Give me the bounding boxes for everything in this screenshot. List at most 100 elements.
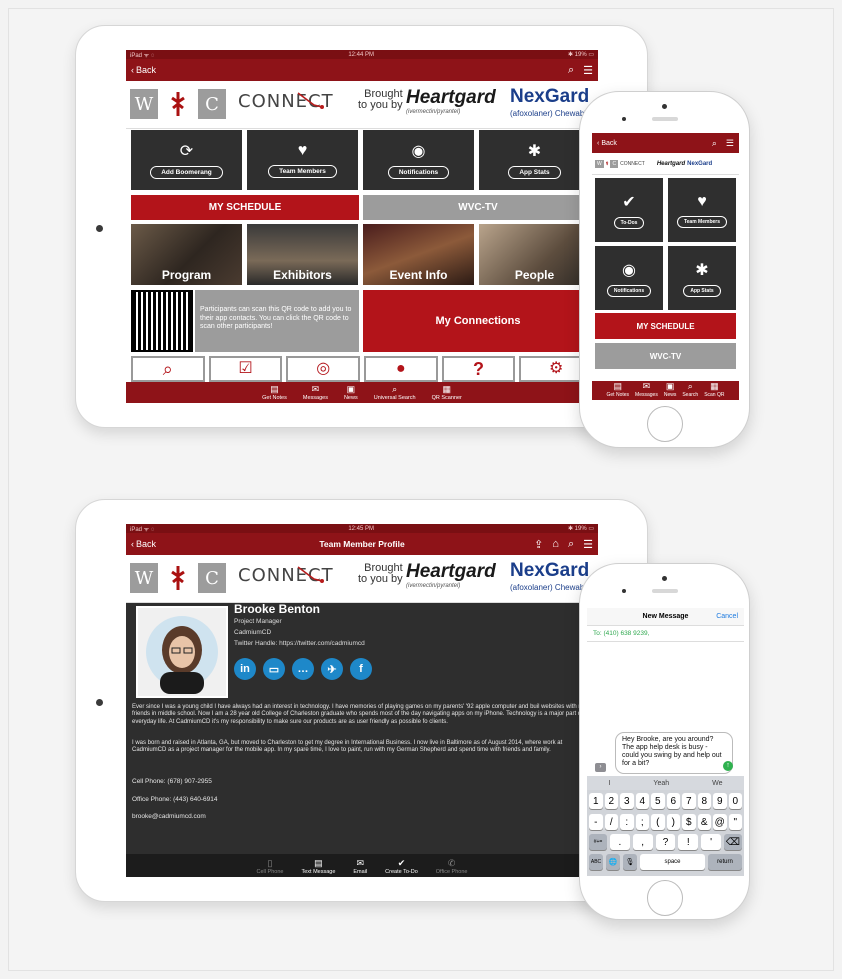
action-cell-phone[interactable]: ▯ Cell Phone xyxy=(257,859,284,877)
symbols-toggle-key[interactable]: #+= xyxy=(589,834,607,850)
action-office-phone[interactable]: ✆ Office Phone xyxy=(436,859,468,877)
microphone-icon[interactable]: 🎙 xyxy=(623,854,637,870)
key[interactable]: 6 xyxy=(666,793,680,809)
key[interactable]: ) xyxy=(666,814,680,830)
action-create-todo[interactable]: ✔ Create To-Do xyxy=(385,859,418,877)
share-icon[interactable]: ⇪ xyxy=(534,538,543,551)
logo-w: W xyxy=(130,89,158,119)
location-shortcut-icon[interactable]: ● xyxy=(364,356,438,382)
key[interactable]: : xyxy=(620,814,634,830)
delete-key[interactable]: ⌫ xyxy=(723,834,742,850)
checklist-shortcut-icon[interactable]: ☑ xyxy=(208,356,283,382)
chat-icon[interactable]: … xyxy=(292,658,314,680)
key[interactable]: . xyxy=(610,834,630,850)
search-shortcut-icon[interactable]: ⌕ xyxy=(131,356,205,382)
recipient-field[interactable]: To: (410) 638 9239, xyxy=(587,626,744,642)
back-button[interactable]: ‹ Back xyxy=(131,539,156,549)
bottom-iphone-device: New Message Cancel To: (410) 638 9239, H… xyxy=(579,563,750,920)
twitter-icon[interactable]: ✈ xyxy=(321,658,343,680)
people-tile[interactable]: People xyxy=(479,224,590,285)
menu-icon[interactable]: ☰ xyxy=(726,138,734,149)
page-title: Team Member Profile xyxy=(319,539,405,549)
my-connections-button[interactable]: My Connections xyxy=(363,290,593,352)
key[interactable]: 7 xyxy=(682,793,696,809)
return-key[interactable]: return xyxy=(708,854,742,870)
key[interactable]: / xyxy=(604,814,618,830)
tab-get-notes[interactable]: ▤ Get Notes xyxy=(262,385,287,403)
tile-to-dos[interactable]: ✔ To-Dos xyxy=(595,178,663,242)
key[interactable]: ; xyxy=(635,814,649,830)
tile-team-members[interactable]: ♥ Team Members xyxy=(668,178,736,242)
menu-icon[interactable]: ☰ xyxy=(583,64,593,77)
tab-get-notes[interactable]: ▤ Get Notes xyxy=(607,382,630,400)
program-tile[interactable]: Program xyxy=(131,224,242,285)
award-shortcut-icon[interactable]: ◎ xyxy=(286,356,361,382)
key[interactable]: 4 xyxy=(635,793,649,809)
tab-universal-search[interactable]: ⌕ Universal Search xyxy=(374,385,416,403)
action-text-message[interactable]: ▤ Text Message xyxy=(301,859,335,877)
my-schedule-button[interactable]: MY SCHEDULE xyxy=(595,313,736,339)
tile-app-stats[interactable]: ✱ App Stats xyxy=(668,246,736,310)
tab-messages[interactable]: ✉ Messages xyxy=(635,382,658,400)
facebook-icon[interactable]: f xyxy=(350,658,372,680)
abc-key[interactable]: ABC xyxy=(589,854,603,870)
home-button[interactable] xyxy=(647,880,683,916)
message-input[interactable]: Hey Brooke, are you around? The app help… xyxy=(615,732,733,774)
search-icon[interactable]: ⌕ xyxy=(712,138,717,149)
my-schedule-button[interactable]: MY SCHEDULE xyxy=(131,195,359,220)
back-button[interactable]: ‹ Back xyxy=(131,65,156,75)
event-info-tile[interactable]: Event Info xyxy=(363,224,474,285)
wvc-tv-button[interactable]: WVC-TV xyxy=(595,343,736,369)
tab-scan-qr[interactable]: ▦ Scan QR xyxy=(704,382,724,400)
tab-qr-scanner[interactable]: ▦ QR Scanner xyxy=(432,385,462,403)
key[interactable]: 0 xyxy=(728,793,742,809)
search-icon[interactable]: ⌕ xyxy=(568,64,574,77)
home-icon[interactable]: ⌂ xyxy=(552,538,559,550)
suggestion-item[interactable]: We xyxy=(712,780,722,787)
suggestion-item[interactable]: I xyxy=(608,780,610,787)
menu-icon[interactable]: ☰ xyxy=(583,538,593,551)
key[interactable]: @ xyxy=(713,814,727,830)
tile-notifications[interactable]: ◉ Notifications xyxy=(595,246,663,310)
key[interactable]: 8 xyxy=(697,793,711,809)
action-email[interactable]: ✉ Email xyxy=(353,859,367,877)
app-drawer-icon[interactable]: › xyxy=(595,763,606,772)
key[interactable]: ? xyxy=(655,834,676,850)
qr-code[interactable] xyxy=(131,290,193,352)
cancel-button[interactable]: Cancel xyxy=(716,613,738,620)
search-icon[interactable]: ⌕ xyxy=(568,538,574,551)
key[interactable]: & xyxy=(697,814,711,830)
tile-notifications[interactable]: ◉ Notifications xyxy=(363,130,474,190)
tile-add-boomerang[interactable]: ⟳ Add Boomerang xyxy=(131,130,242,190)
suggestion-item[interactable]: Yeah xyxy=(653,780,669,787)
key[interactable]: ' xyxy=(701,834,721,850)
tile-team-members[interactable]: ♥ Team Members xyxy=(247,130,358,190)
key[interactable]: , xyxy=(632,834,653,850)
key[interactable]: $ xyxy=(682,814,696,830)
key[interactable]: 9 xyxy=(713,793,727,809)
key[interactable]: ( xyxy=(651,814,665,830)
key[interactable]: - xyxy=(589,814,603,830)
tab-news[interactable]: ▣ News xyxy=(344,385,358,403)
tab-news[interactable]: ▣ News xyxy=(664,382,677,400)
key[interactable]: 1 xyxy=(589,793,603,809)
send-icon[interactable]: ↑ xyxy=(723,761,733,771)
key[interactable]: ! xyxy=(678,834,699,850)
exhibitors-tile[interactable]: Exhibitors xyxy=(247,224,358,285)
back-button[interactable]: ‹ Back xyxy=(597,140,617,147)
tab-search[interactable]: ⌕ Search xyxy=(682,382,698,400)
space-key[interactable]: space xyxy=(640,854,705,870)
tab-messages[interactable]: ✉ Messages xyxy=(303,385,328,403)
key[interactable]: 2 xyxy=(604,793,618,809)
key[interactable]: " xyxy=(728,814,742,830)
wvc-tv-button[interactable]: WVC-TV xyxy=(363,195,593,220)
linkedin-icon[interactable]: in xyxy=(234,658,256,680)
key[interactable]: 5 xyxy=(651,793,665,809)
presentation-icon[interactable]: ▭ xyxy=(263,658,285,680)
help-shortcut-icon[interactable]: ? xyxy=(441,356,516,382)
chevron-left-icon: ‹ xyxy=(131,65,134,75)
tile-app-stats[interactable]: ✱ App Stats xyxy=(479,130,590,190)
home-button[interactable] xyxy=(647,406,683,442)
key[interactable]: 3 xyxy=(620,793,634,809)
globe-icon[interactable]: 🌐 xyxy=(606,854,620,870)
